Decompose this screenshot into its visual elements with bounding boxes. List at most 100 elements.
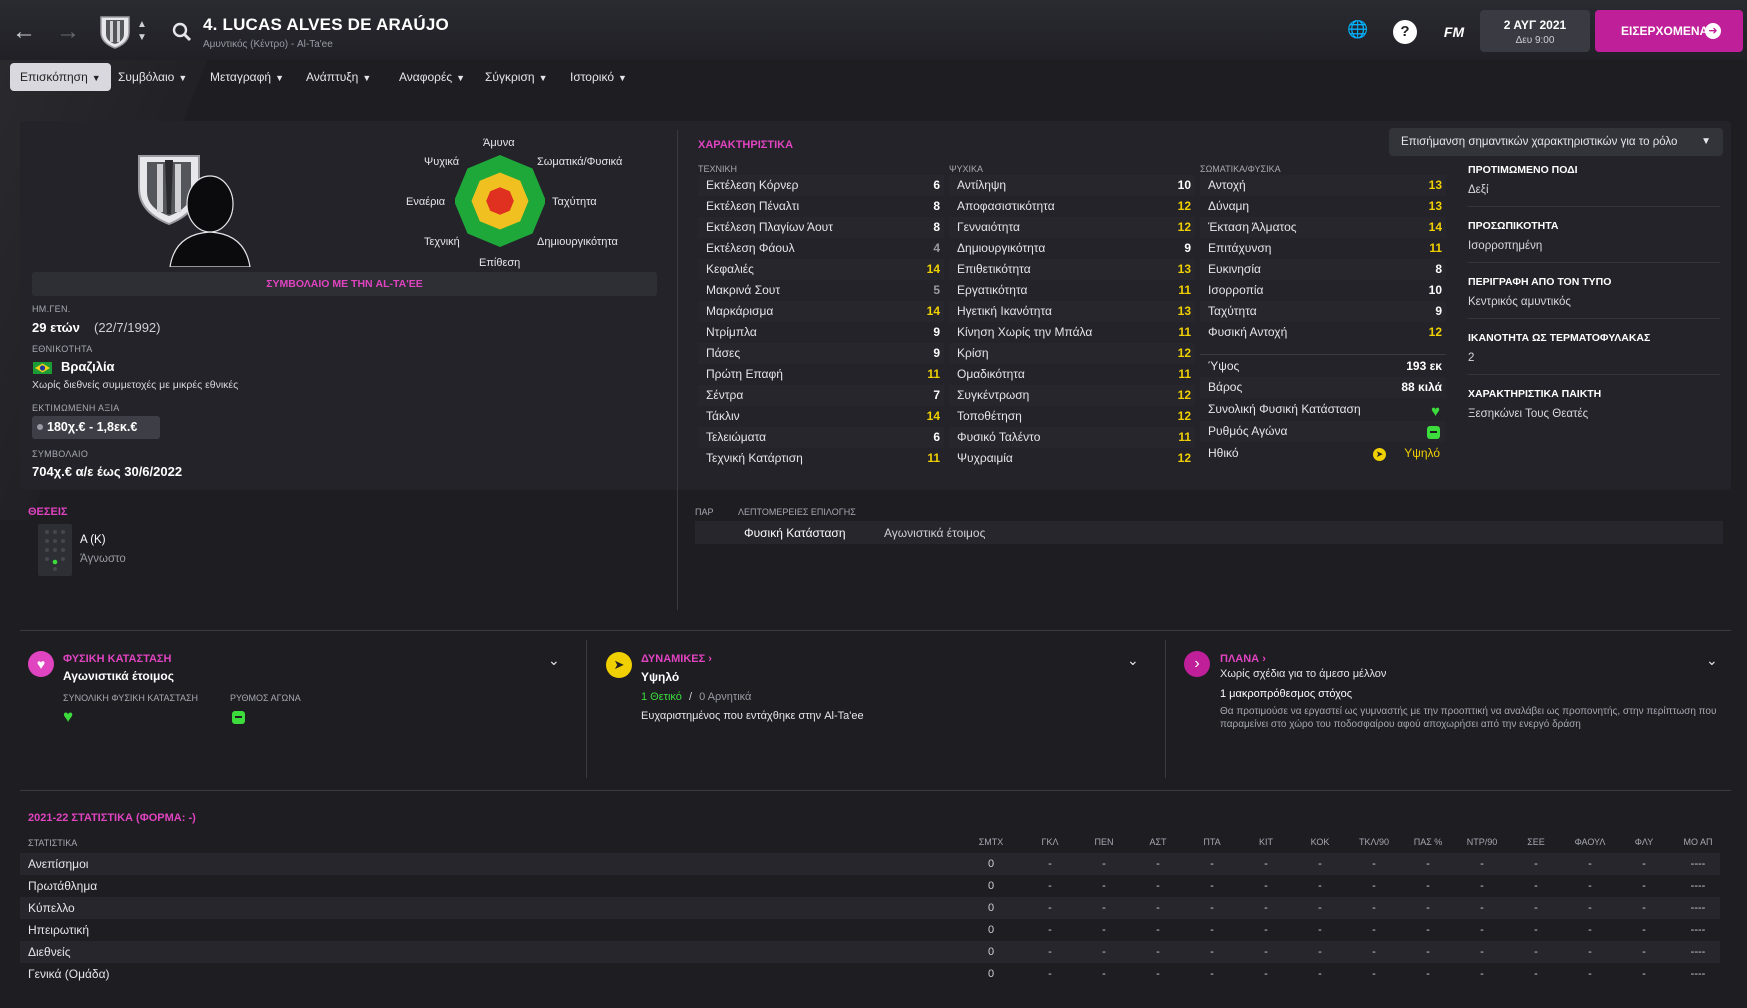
attribute-row[interactable]: Τάκλιν 14 — [698, 406, 944, 427]
selection-row[interactable]: Φυσική Κατάσταση Αγωνιστικά έτοιμος — [695, 521, 1723, 544]
attribute-row[interactable]: Εκτέλεση Φάουλ 4 — [698, 238, 944, 259]
attribute-row[interactable]: Εκτέλεση Πλαγίων Άουτ 8 — [698, 217, 944, 238]
attribute-name: Φυσική Αντοχή — [1208, 325, 1288, 339]
stats-column-header[interactable]: ΚΟΚ — [1300, 837, 1340, 847]
attribute-row[interactable]: Φυσικό Ταλέντο 11 — [949, 427, 1195, 448]
player-trait[interactable]: Ξεσηκώνει Τους Θεατές — [1468, 408, 1720, 420]
stats-cell: ---- — [1690, 946, 1706, 958]
help-icon[interactable]: ? — [1393, 20, 1417, 44]
attribute-row[interactable]: Εκτέλεση Πέναλτι 8 — [698, 196, 944, 217]
card-divider — [586, 640, 587, 778]
stats-row[interactable]: Ανεπίσημοι 0- - - - - - - - - - - - ---- — [20, 853, 1720, 875]
game-date[interactable]: 2 ΑΥΓ 2021 Δευ 9:00 — [1480, 10, 1590, 52]
menu-history[interactable]: Ιστορικό ▼ — [560, 63, 637, 91]
attribute-row[interactable]: Φυσική Αντοχή 12 — [1200, 322, 1446, 343]
globe-hand-icon[interactable]: 🌐 — [1346, 20, 1370, 44]
attribute-row[interactable]: Γενναιότητα 12 — [949, 217, 1195, 238]
stats-column-header[interactable]: ΑΣΤ — [1138, 837, 1178, 847]
attribute-row[interactable]: Εργατικότητα 11 — [949, 280, 1195, 301]
highlight-role-dropdown[interactable]: Επισήμανση σημαντικών χαρακτηριστικών γι… — [1389, 128, 1723, 156]
stats-column-header[interactable]: ΓΚΛ — [1030, 837, 1070, 847]
attribute-row[interactable]: Επιτάχυνση 11 — [1200, 238, 1446, 259]
player-switch-chevrons-icon[interactable]: ▲ ▼ — [137, 18, 147, 44]
stats-column-header[interactable]: ΣΜΤΧ — [971, 837, 1011, 847]
club-crest-icon[interactable] — [98, 14, 132, 53]
stats-column-header[interactable]: ΠΤΑ — [1192, 837, 1232, 847]
stats-row[interactable]: Κύπελλο 0- - - - - - - - - - - - ---- — [20, 897, 1720, 919]
attribute-row[interactable]: Κρίση 12 — [949, 343, 1195, 364]
menu-development[interactable]: Ανάπτυξη ▼ — [296, 63, 381, 91]
radar-label-attacking: Επίθεση — [479, 257, 521, 269]
stats-column-header[interactable]: ΤΚΛ/90 — [1354, 837, 1394, 847]
attribute-row[interactable]: Ομαδικότητα 11 — [949, 364, 1195, 385]
attribute-row[interactable]: Τελειώματα 6 — [698, 427, 944, 448]
attribute-row[interactable]: Συγκέντρωση 12 — [949, 385, 1195, 406]
attribute-row[interactable]: Αποφασιστικότητα 12 — [949, 196, 1195, 217]
menu-overview[interactable]: Επισκόπηση ▼ — [10, 63, 111, 91]
attribute-row[interactable]: Τοποθέτηση 12 — [949, 406, 1195, 427]
personality-block: ΠΡΟΣΩΠΙΚΟΤΗΤΑ Ισορροπημένη — [1468, 220, 1720, 263]
attribute-row[interactable]: Κεφαλιές 14 — [698, 259, 944, 280]
stats-column-header[interactable]: ΦΑΟΥΛ — [1570, 837, 1610, 847]
attribute-row[interactable]: Πρώτη Επαφή 11 — [698, 364, 944, 385]
attribute-row[interactable]: Ντρίμπλα 9 — [698, 322, 944, 343]
attribute-row[interactable]: Ευκινησία 8 — [1200, 259, 1446, 280]
back-arrow-icon[interactable]: ← — [10, 18, 38, 46]
attribute-name: Κεφαλιές — [706, 262, 754, 276]
menu-reports[interactable]: Αναφορές ▼ — [389, 63, 475, 91]
attribute-value: 11 — [1178, 283, 1191, 297]
attribute-row[interactable]: Έκταση Άλματος 14 — [1200, 217, 1446, 238]
stats-row[interactable]: Πρωτάθλημα 0- - - - - - - - - - - - ---- — [20, 875, 1720, 897]
attribute-name: Κρίση — [957, 346, 989, 360]
menu-transfer[interactable]: Μεταγραφή ▼ — [200, 63, 294, 91]
nationality[interactable]: Βραζιλία — [61, 359, 115, 374]
attribute-row[interactable]: Δημιουργικότητα 9 — [949, 238, 1195, 259]
stats-cell: - — [1426, 968, 1430, 980]
stats-row[interactable]: Διεθνείς 0- - - - - - - - - - - - ---- — [20, 941, 1720, 963]
stats-column-header[interactable]: ΚΙΤ — [1246, 837, 1286, 847]
forward-arrow-icon[interactable]: → — [54, 18, 82, 46]
chevron-down-icon[interactable]: ⌄ — [1127, 652, 1139, 669]
condition-card-title[interactable]: ΦΥΣΙΚΗ ΚΑΤΑΣΤΑΣΗ — [63, 653, 171, 665]
attribute-row[interactable]: Μαρκάρισμα 14 — [698, 301, 944, 322]
stats-column-header[interactable]: ΝΤΡ/90 — [1462, 837, 1502, 847]
attribute-row[interactable]: Σέντρα 7 — [698, 385, 944, 406]
attribute-row[interactable]: Ψυχραιμία 12 — [949, 448, 1195, 469]
stats-row-header: ΣΤΑΤΙΣΤΙΚΑ — [28, 838, 78, 848]
attribute-row[interactable]: Πάσες 9 — [698, 343, 944, 364]
plans-card-title[interactable]: ΠΛΑΝΑ › — [1220, 653, 1266, 665]
pitch-position-icon[interactable] — [38, 524, 72, 576]
stats-cell: - — [1156, 946, 1160, 958]
stats-column-header[interactable]: ΠΕΝ — [1084, 837, 1124, 847]
value-badge[interactable]: 180χ.€ - 1,8εκ.€ — [32, 416, 160, 439]
menu-contract[interactable]: Συμβόλαιο ▼ — [108, 63, 197, 91]
stats-column-header[interactable]: ΜΟ ΑΠ — [1678, 837, 1718, 847]
attribute-name: Κίνηση Χωρίς την Μπάλα — [957, 325, 1093, 339]
attribute-row[interactable]: Ηγετική Ικανότητα 13 — [949, 301, 1195, 322]
chevron-down-icon[interactable]: ⌄ — [548, 652, 560, 669]
attribute-row[interactable]: Ισορροπία 10 — [1200, 280, 1446, 301]
chevron-down-icon[interactable]: ⌄ — [1706, 652, 1718, 669]
continue-button[interactable]: ΕΙΣΕΡΧΟΜΕΝΑ ➜ — [1595, 10, 1743, 52]
attribute-row[interactable]: Τεχνική Κατάρτιση 11 — [698, 448, 944, 469]
attribute-row[interactable]: Αντοχή 13 — [1200, 175, 1446, 196]
attribute-row[interactable]: Επιθετικότητα 13 — [949, 259, 1195, 280]
stats-row[interactable]: Γενικά (Ομάδα) 0- - - - - - - - - - - - ---- — [20, 963, 1720, 985]
stats-column-header[interactable]: ΠΑΣ % — [1408, 837, 1448, 847]
dynamics-card-title[interactable]: ΔΥΝΑΜΙΚΕΣ › — [641, 653, 712, 665]
search-icon[interactable] — [172, 22, 192, 45]
attribute-row[interactable]: Δύναμη 13 — [1200, 196, 1446, 217]
attribute-row[interactable]: Ταχύτητα 9 — [1200, 301, 1446, 322]
attribute-value: 11 — [927, 367, 940, 381]
stats-column-header[interactable]: ΣΕΕ — [1516, 837, 1556, 847]
attribute-row[interactable]: Κίνηση Χωρίς την Μπάλα 11 — [949, 322, 1195, 343]
fm-logo-icon[interactable]: FM — [1437, 20, 1471, 44]
stats-cell: - — [1210, 858, 1214, 870]
stats-column-header[interactable]: ΦΛΥ — [1624, 837, 1664, 847]
attribute-row[interactable]: Μακρινά Σουτ 5 — [698, 280, 944, 301]
menu-compare[interactable]: Σύγκριση ▼ — [475, 63, 557, 91]
attribute-row[interactable]: Εκτέλεση Κόρνερ 6 — [698, 175, 944, 196]
attribute-row[interactable]: Αντίληψη 10 — [949, 175, 1195, 196]
stats-row[interactable]: Ηπειρωτική 0- - - - - - - - - - - - ---- — [20, 919, 1720, 941]
contract-banner[interactable]: ΣΥΜΒΟΛΑΙΟ ΜΕ ΤΗΝ AL-TA'EE — [32, 272, 657, 296]
